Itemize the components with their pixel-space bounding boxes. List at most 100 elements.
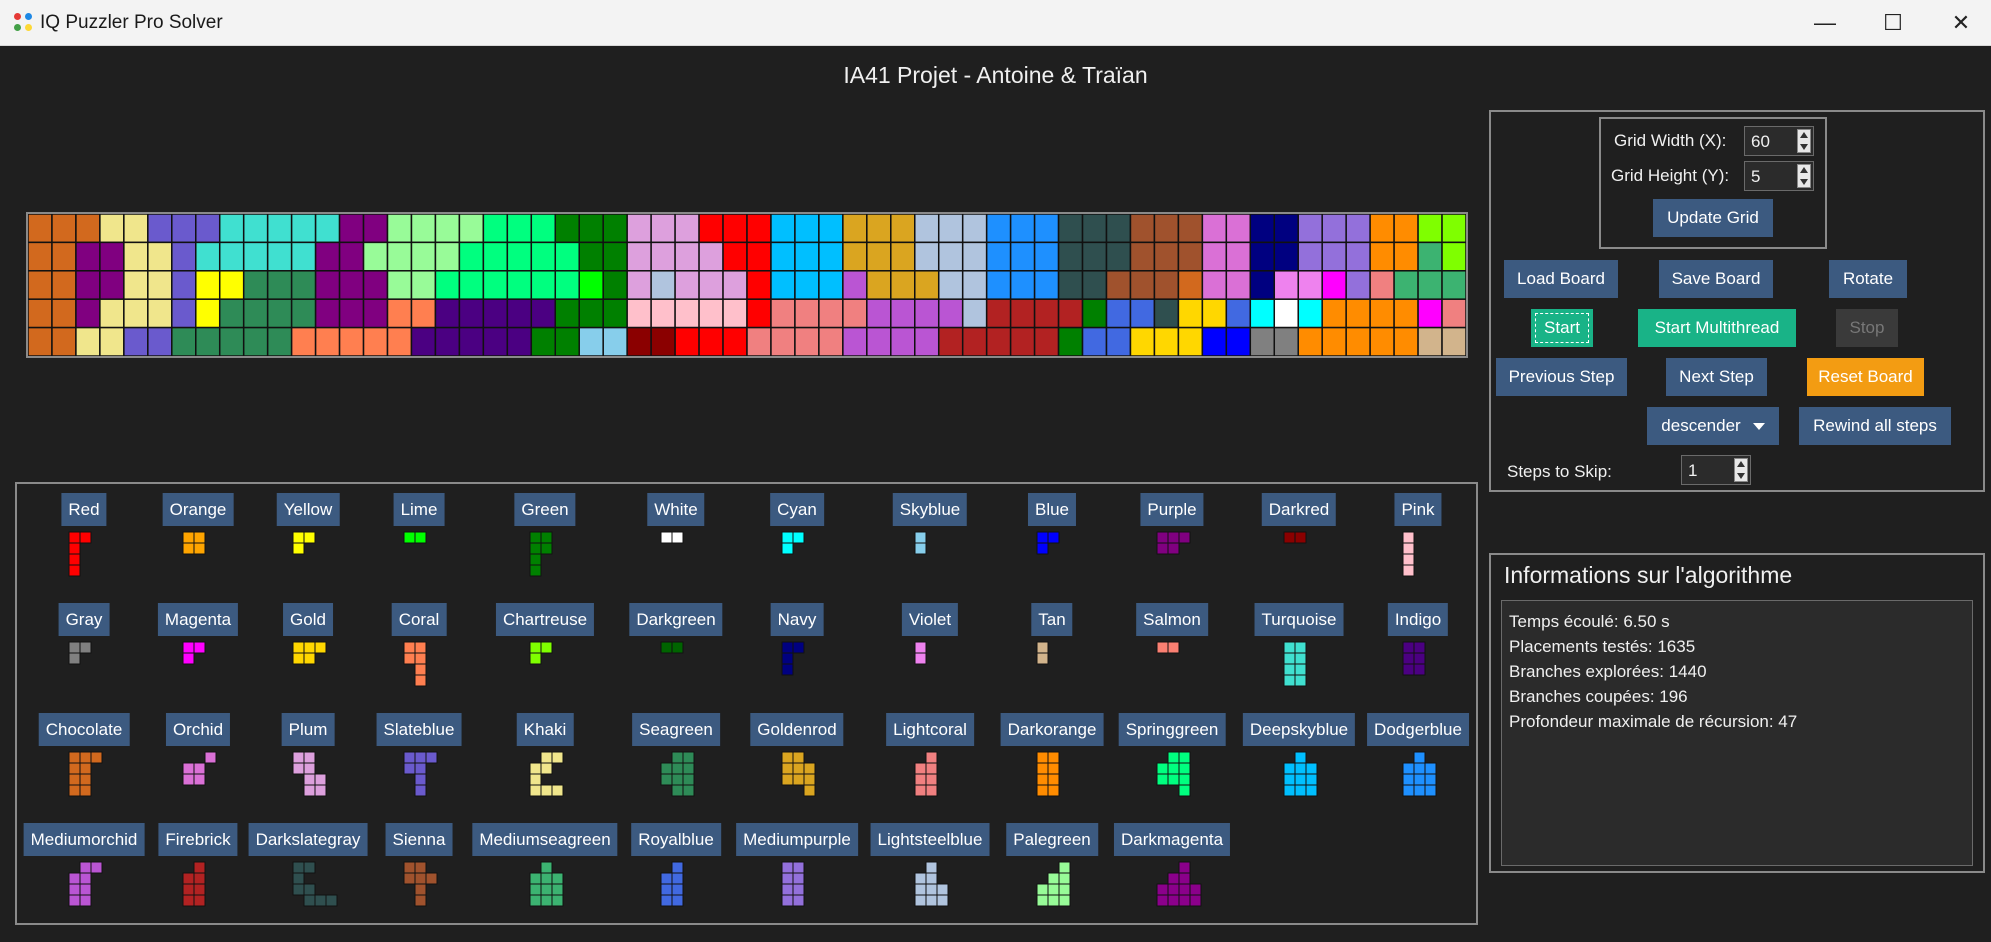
board-cell[interactable] (1009, 241, 1036, 272)
board-cell[interactable] (1177, 270, 1204, 300)
board-cell[interactable] (1105, 214, 1132, 244)
board-cell[interactable] (458, 241, 485, 272)
board-cell[interactable] (290, 326, 317, 356)
board-cell[interactable] (722, 298, 748, 329)
board-cell[interactable] (1201, 326, 1228, 356)
board-cell[interactable] (1297, 241, 1323, 272)
board-cell[interactable] (674, 298, 700, 329)
board-cell[interactable] (75, 241, 101, 272)
board-cell[interactable] (1369, 214, 1395, 244)
board-cell[interactable] (650, 270, 676, 300)
board-cell[interactable] (961, 214, 988, 244)
board-cell[interactable] (794, 214, 820, 244)
board-cell[interactable] (51, 298, 77, 329)
piece-shape-blue[interactable] (1036, 531, 1060, 555)
piece-shape-yellow[interactable] (292, 531, 316, 555)
board-cell[interactable] (1345, 270, 1371, 300)
board-cell[interactable] (266, 270, 293, 300)
board-cell[interactable] (1105, 270, 1132, 300)
board-cell[interactable] (1129, 270, 1156, 300)
board-cell[interactable] (147, 214, 173, 244)
board-cell[interactable] (362, 270, 389, 300)
board-cell[interactable] (937, 241, 964, 272)
piece-shape-salmon[interactable] (1156, 641, 1180, 654)
piece-button-mediumpurple[interactable]: Mediumpurple (736, 823, 858, 856)
board-cell[interactable] (961, 270, 988, 300)
board-cell[interactable] (290, 270, 317, 300)
board-cell[interactable] (410, 270, 437, 300)
board-cell[interactable] (650, 298, 676, 329)
previous-step-button[interactable]: Previous Step (1496, 358, 1627, 396)
piece-shape-orange[interactable] (182, 531, 206, 555)
board-cell[interactable] (914, 326, 940, 356)
board-cell[interactable] (722, 326, 748, 356)
board-cell[interactable] (482, 298, 509, 329)
piece-shape-navy[interactable] (781, 641, 805, 676)
board-cell[interactable] (51, 326, 77, 356)
piece-shape-pink[interactable] (1402, 531, 1415, 577)
board-cell[interactable] (218, 214, 245, 244)
piece-button-darkorange[interactable]: Darkorange (1000, 713, 1104, 746)
board-cell[interactable] (1393, 326, 1419, 356)
board-cell[interactable] (1321, 270, 1347, 300)
board-cell[interactable] (386, 241, 413, 272)
board-cell[interactable] (266, 326, 293, 356)
board-cell[interactable] (770, 326, 796, 356)
board-cell[interactable] (1153, 241, 1180, 272)
board-cell[interactable] (1249, 270, 1276, 300)
board-cell[interactable] (1393, 214, 1419, 244)
board-cell[interactable] (338, 241, 365, 272)
board-cell[interactable] (698, 214, 724, 244)
piece-shape-darkred[interactable] (1283, 531, 1307, 544)
board-cell[interactable] (1225, 326, 1252, 356)
board-cell[interactable] (171, 298, 197, 329)
board-cell[interactable] (1105, 298, 1132, 329)
board-cell[interactable] (338, 298, 365, 329)
board-cell[interactable] (914, 298, 940, 329)
board-cell[interactable] (698, 326, 724, 356)
board-cell[interactable] (1201, 270, 1228, 300)
piece-button-white[interactable]: White (647, 493, 705, 526)
piece-button-lightcoral[interactable]: Lightcoral (886, 713, 974, 746)
board-cell[interactable] (578, 241, 604, 272)
board-cell[interactable] (28, 241, 53, 272)
piece-button-red[interactable]: Red (61, 493, 107, 526)
piece-button-dodgerblue[interactable]: Dodgerblue (1367, 713, 1469, 746)
board-cell[interactable] (314, 214, 341, 244)
board-cell[interactable] (51, 241, 77, 272)
board-cell[interactable] (530, 270, 557, 300)
board-cell[interactable] (1393, 298, 1419, 329)
board-cell[interactable] (171, 270, 197, 300)
board-cell[interactable] (937, 326, 964, 356)
piece-shape-sienna[interactable] (403, 861, 438, 907)
board-cell[interactable] (818, 241, 844, 272)
rotate-button[interactable]: Rotate (1829, 260, 1907, 298)
board-cell[interactable] (147, 326, 173, 356)
board-cell[interactable] (794, 270, 820, 300)
piece-button-orchid[interactable]: Orchid (165, 713, 231, 746)
piece-button-navy[interactable]: Navy (770, 603, 824, 636)
board-cell[interactable] (1273, 270, 1299, 300)
board-cell[interactable] (1297, 214, 1323, 244)
board-cell[interactable] (506, 214, 533, 244)
puzzle-board[interactable] (26, 212, 1468, 358)
board-cell[interactable] (1033, 214, 1060, 244)
board-cell[interactable] (770, 214, 796, 244)
board-cell[interactable] (1153, 214, 1180, 244)
board-cell[interactable] (746, 298, 772, 329)
board-cell[interactable] (650, 214, 676, 244)
board-cell[interactable] (1057, 270, 1084, 300)
board-cell[interactable] (1249, 241, 1276, 272)
board-cell[interactable] (1249, 214, 1276, 244)
board-cell[interactable] (985, 214, 1012, 244)
piece-shape-mediumseagreen[interactable] (529, 861, 564, 907)
board-cell[interactable] (123, 241, 149, 272)
board-cell[interactable] (147, 298, 173, 329)
board-cell[interactable] (1057, 298, 1084, 329)
board-cell[interactable] (1297, 270, 1323, 300)
board-cell[interactable] (890, 214, 916, 244)
board-cell[interactable] (1369, 270, 1395, 300)
board-cell[interactable] (961, 298, 988, 329)
board-cell[interactable] (1369, 326, 1395, 356)
board-cell[interactable] (1033, 298, 1060, 329)
